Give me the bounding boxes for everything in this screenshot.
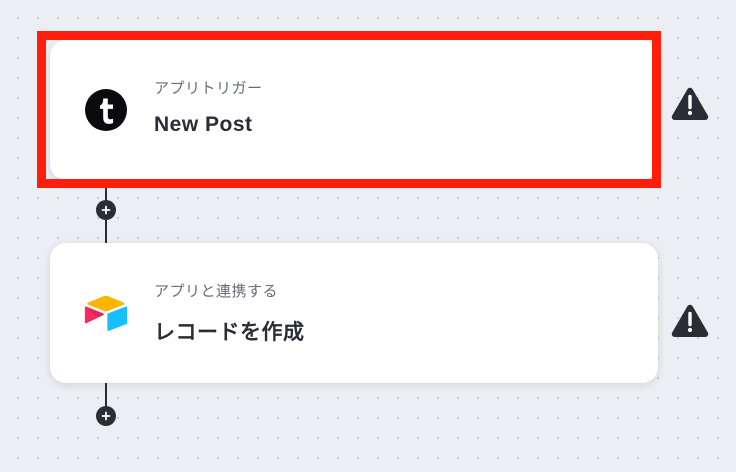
warning-icon[interactable] bbox=[670, 86, 710, 122]
action-step-card[interactable]: アプリと連携する レコードを作成 bbox=[50, 243, 658, 383]
trigger-step-card[interactable]: アプリトリガー New Post bbox=[50, 40, 658, 180]
airtable-icon bbox=[84, 291, 128, 335]
add-step-button[interactable] bbox=[96, 406, 116, 426]
tumblr-icon bbox=[84, 88, 128, 132]
plus-icon bbox=[101, 205, 111, 215]
plus-icon bbox=[101, 411, 111, 421]
add-step-button[interactable] bbox=[96, 200, 116, 220]
step-type-label: アプリトリガー bbox=[154, 80, 263, 97]
step-title: レコードを作成 bbox=[154, 321, 305, 344]
warning-icon[interactable] bbox=[670, 303, 710, 339]
step-type-label: アプリと連携する bbox=[154, 283, 279, 300]
step-title: New Post bbox=[154, 113, 253, 136]
